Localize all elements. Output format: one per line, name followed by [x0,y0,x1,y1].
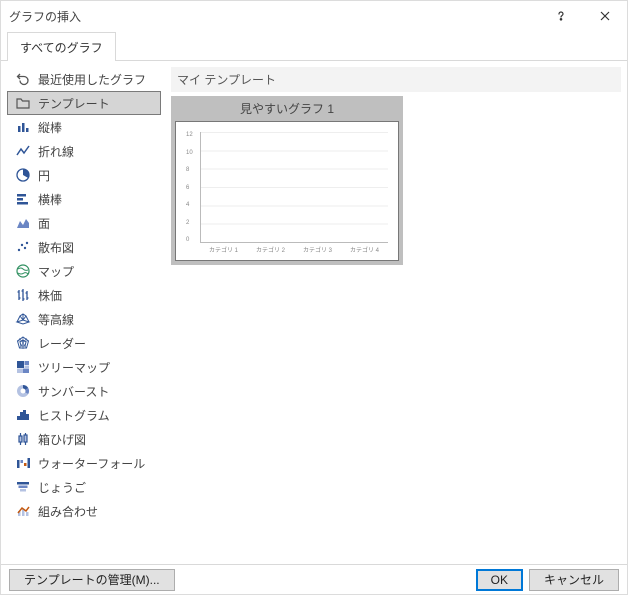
sidebar-item-label: マップ [38,263,74,280]
undo-icon [14,70,32,88]
sidebar-item-label: 組み合わせ [38,503,98,520]
template-caption: 見やすいグラフ 1 [175,100,399,121]
sidebar-item-label: じょうご [38,479,86,496]
sidebar-item-stock[interactable]: 株価 [7,283,161,307]
chart-preview: 0 2 4 6 8 10 12 カテゴリ 1カテゴリ 2カテゴリ 3カテゴリ 4 [175,121,399,261]
sidebar-item-label: 最近使用したグラフ [38,71,146,88]
scatter-chart-icon [14,238,32,256]
histogram-icon [14,406,32,424]
funnel-icon [14,478,32,496]
sidebar-item-treemap[interactable]: ツリーマップ [7,355,161,379]
template-item[interactable]: 見やすいグラフ 1 0 2 4 6 8 10 12 [171,96,403,265]
map-icon [14,262,32,280]
pie-chart-icon [14,166,32,184]
tab-label: すべてのグラフ [20,41,103,55]
sidebar-item-label: 横棒 [38,191,62,208]
close-button[interactable] [583,1,627,31]
sidebar-item-label: サンバースト [38,383,109,400]
folder-icon [14,94,32,112]
template-gallery: 見やすいグラフ 1 0 2 4 6 8 10 12 [171,96,621,265]
button-label: キャンセル [544,571,604,588]
help-button[interactable] [539,1,583,31]
sidebar-item-scatter[interactable]: 散布図 [7,235,161,259]
chart-plot [200,132,388,243]
sidebar-item-label: テンプレート [38,95,110,112]
window-title: グラフの挿入 [9,8,539,25]
sidebar-item-surface[interactable]: 等高線 [7,307,161,331]
title-bar: グラフの挿入 [1,1,627,31]
line-chart-icon [14,142,32,160]
sunburst-icon [14,382,32,400]
area-chart-icon [14,214,32,232]
sidebar-item-funnel[interactable]: じょうご [7,475,161,499]
sidebar-item-combo[interactable]: 組み合わせ [7,499,161,523]
sidebar-item-label: 折れ線 [38,143,74,160]
tab-all-charts[interactable]: すべてのグラフ [7,32,116,61]
waterfall-icon [14,454,32,472]
sidebar-item-pie[interactable]: 円 [7,163,161,187]
main-area: 最近使用したグラフ テンプレート 縦棒 折れ線 円 [1,61,627,564]
section-header: マイ テンプレート [171,67,621,92]
cancel-button[interactable]: キャンセル [529,569,619,591]
x-axis-ticks: カテゴリ 1カテゴリ 2カテゴリ 3カテゴリ 4 [186,243,388,254]
radar-chart-icon [14,334,32,352]
sidebar-item-label: レーダー [38,335,86,352]
button-label: テンプレートの管理(M)... [24,571,160,588]
sidebar-item-area[interactable]: 面 [7,211,161,235]
manage-templates-button[interactable]: テンプレートの管理(M)... [9,569,175,591]
sidebar-item-label: ヒストグラム [38,407,110,424]
sidebar-item-label: ツリーマップ [38,359,110,376]
sidebar-item-histogram[interactable]: ヒストグラム [7,403,161,427]
sidebar-item-sunburst[interactable]: サンバースト [7,379,161,403]
content-pane: マイ テンプレート 見やすいグラフ 1 0 2 4 6 8 10 12 [165,67,621,560]
ok-button[interactable]: OK [476,569,523,591]
surface-chart-icon [14,310,32,328]
sidebar-item-label: ウォーターフォール [38,455,145,472]
sidebar-item-boxwhisker[interactable]: 箱ひげ図 [7,427,161,451]
sidebar-item-waterfall[interactable]: ウォーターフォール [7,451,161,475]
box-whisker-icon [14,430,32,448]
column-chart-icon [14,118,32,136]
sidebar-item-label: 箱ひげ図 [38,431,86,448]
chart-type-sidebar: 最近使用したグラフ テンプレート 縦棒 折れ線 円 [7,67,165,560]
sidebar-item-line[interactable]: 折れ線 [7,139,161,163]
bar-chart-icon [14,190,32,208]
sidebar-item-templates[interactable]: テンプレート [7,91,161,115]
sidebar-item-map[interactable]: マップ [7,259,161,283]
y-axis-ticks: 0 2 4 6 8 10 12 [186,132,200,243]
sidebar-item-recent[interactable]: 最近使用したグラフ [7,67,161,91]
sidebar-item-label: 株価 [38,287,62,304]
sidebar-item-radar[interactable]: レーダー [7,331,161,355]
combo-chart-icon [14,502,32,520]
dialog-footer: テンプレートの管理(M)... OK キャンセル [1,564,627,594]
button-label: OK [491,573,508,587]
sidebar-item-label: 面 [38,215,50,232]
sidebar-item-column[interactable]: 縦棒 [7,115,161,139]
sidebar-item-label: 散布図 [38,239,74,256]
sidebar-item-label: 縦棒 [38,119,62,136]
stock-chart-icon [14,286,32,304]
sidebar-item-label: 円 [38,167,50,184]
sidebar-item-label: 等高線 [38,311,74,328]
treemap-icon [14,358,32,376]
sidebar-item-bar[interactable]: 横棒 [7,187,161,211]
tab-strip: すべてのグラフ [1,31,627,61]
